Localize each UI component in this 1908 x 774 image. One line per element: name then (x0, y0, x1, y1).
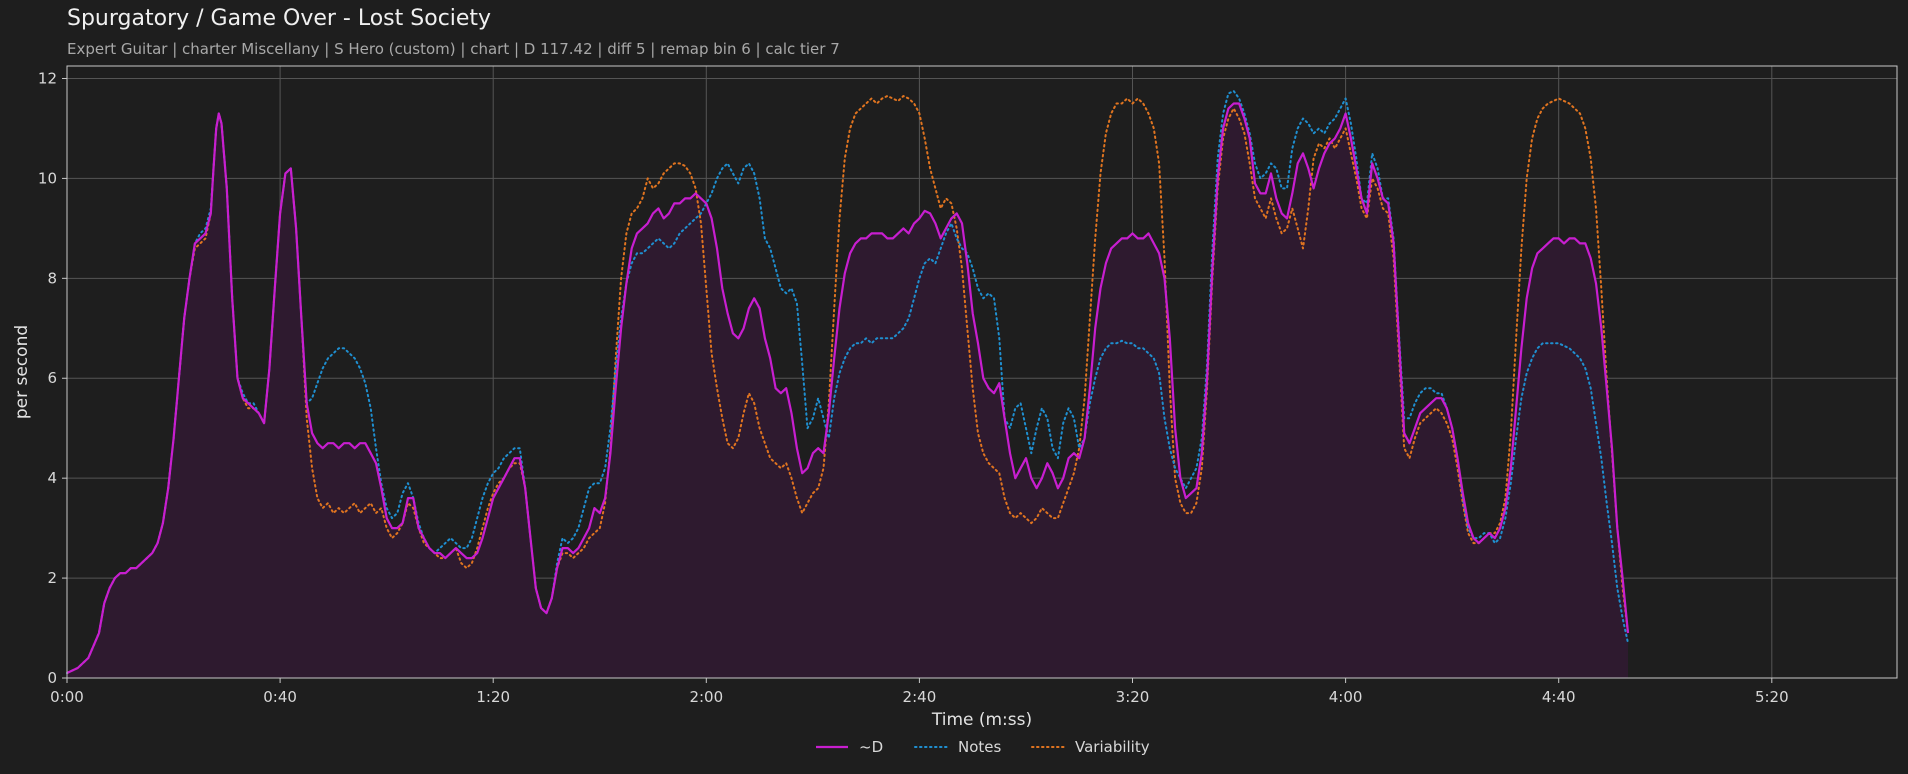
y-tick-label: 12 (38, 69, 57, 87)
x-tick-label: 1:20 (476, 688, 510, 706)
x-tick-label: 3:20 (1116, 688, 1150, 706)
x-tick-label: 2:40 (903, 688, 937, 706)
legend: ~D Notes Variability (816, 738, 1150, 756)
x-tick-label: 5:20 (1755, 688, 1789, 706)
legend-label: ~D (859, 738, 883, 756)
y-tick-label: 10 (38, 169, 57, 187)
y-tick-label: 6 (47, 369, 57, 387)
x-tick-label: 2:00 (689, 688, 723, 706)
chart-root: Spurgatory / Game Over - Lost Society Ex… (0, 0, 1908, 774)
legend-label: Variability (1075, 738, 1150, 756)
chart-svg: 0:00 0:40 1:20 2:00 2:40 3:20 4:00 4:40 5:20 0 2 4 6… (12, 65, 1898, 756)
y-tick-label: 2 (47, 569, 57, 587)
y-tick-label: 8 (47, 269, 57, 287)
legend-label: Notes (958, 738, 1002, 756)
x-tick-label: 0:00 (50, 688, 84, 706)
y-tick-label: 4 (47, 469, 57, 487)
y-tick-label: 0 (47, 669, 57, 687)
x-tick-label: 0:40 (263, 688, 297, 706)
x-axis-label: Time (m:ss) (931, 710, 1032, 730)
x-tick-label: 4:40 (1542, 688, 1576, 706)
x-tick-label: 4:00 (1329, 688, 1363, 706)
fill-layer (67, 103, 1628, 678)
y-axis-label: per second (12, 325, 32, 419)
d-area-fill (67, 103, 1628, 678)
